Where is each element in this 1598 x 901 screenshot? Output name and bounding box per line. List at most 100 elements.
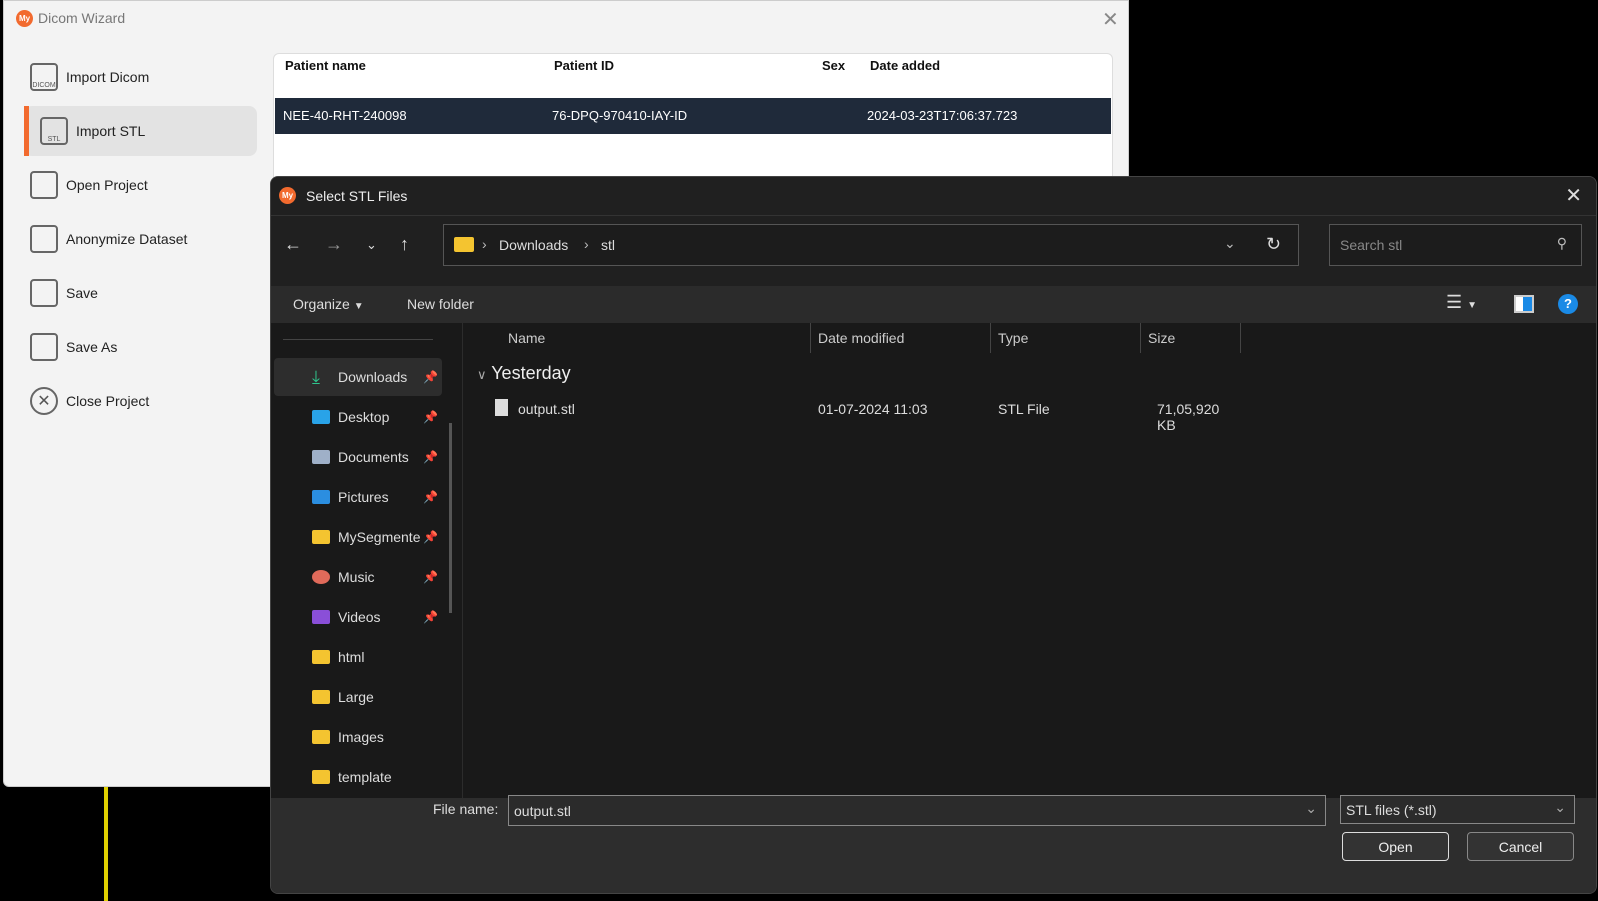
nav-label: html xyxy=(338,649,364,665)
col-date-added[interactable]: Date added xyxy=(870,58,940,73)
file-date: 01-07-2024 11:03 xyxy=(818,401,928,417)
recent-chevron-icon[interactable]: ⌄ xyxy=(366,237,377,253)
back-icon[interactable]: ← xyxy=(284,234,302,255)
open-button[interactable]: Open xyxy=(1342,832,1449,861)
nav-item-template[interactable]: template xyxy=(274,758,442,796)
address-bar[interactable]: › Downloads › stl ⌄ ↻ xyxy=(443,224,1299,266)
chevron-right-icon: › xyxy=(584,236,589,252)
cell-patient-id: 76-DPQ-970410-IAY-ID xyxy=(552,108,687,123)
file-type-select[interactable]: STL files (*.stl) ⌄ xyxy=(1340,795,1575,824)
col-size[interactable]: Size xyxy=(1148,330,1175,346)
col-date-modified[interactable]: Date modified xyxy=(818,330,904,346)
file-name-input[interactable]: output.stl ⌄ xyxy=(508,795,1326,826)
sidebar-item-label: Import STL xyxy=(76,123,145,139)
pin-icon: 📌 xyxy=(423,610,438,624)
search-placeholder: Search stl xyxy=(1340,237,1402,253)
save-icon xyxy=(30,279,58,307)
help-icon[interactable]: ? xyxy=(1558,294,1578,314)
nav-label: Downloads xyxy=(338,369,407,385)
nav-item-downloads[interactable]: ⤓ Downloads 📌 xyxy=(274,358,442,396)
col-sex[interactable]: Sex xyxy=(822,58,845,73)
sidebar-item-label: Save xyxy=(66,285,98,301)
view-list-icon[interactable]: ☰ ▼ xyxy=(1446,292,1477,313)
pin-icon: 📌 xyxy=(423,570,438,584)
table-row[interactable]: NEE-40-RHT-240098 76-DPQ-970410-IAY-ID 2… xyxy=(275,98,1111,134)
organize-button[interactable]: Organize ▼ xyxy=(293,296,364,312)
save-as-icon xyxy=(30,333,58,361)
nav-label: Images xyxy=(338,729,384,745)
refresh-icon[interactable]: ↻ xyxy=(1266,234,1281,255)
nav-item-html[interactable]: html xyxy=(274,638,442,676)
sidebar-item-close-project[interactable]: ✕Close Project xyxy=(24,376,257,426)
col-name[interactable]: Name xyxy=(508,330,545,346)
file-row[interactable]: output.stl 01-07-2024 11:03 STL File 71,… xyxy=(471,395,1241,423)
col-type[interactable]: Type xyxy=(998,330,1028,346)
music-icon xyxy=(312,570,330,584)
nav-label: template xyxy=(338,769,392,785)
sidebar-item-anonymize[interactable]: Anonymize Dataset xyxy=(24,214,257,264)
background-marker xyxy=(104,787,108,901)
col-patient-name[interactable]: Patient name xyxy=(285,58,366,73)
pin-icon: 📌 xyxy=(423,410,438,424)
divider xyxy=(810,323,811,353)
breadcrumb-stl[interactable]: stl xyxy=(601,237,615,253)
dialog-title: Select STL Files xyxy=(306,188,407,204)
sidebar-item-import-stl[interactable]: STLImport STL xyxy=(24,106,257,156)
divider xyxy=(1140,323,1141,353)
search-icon: ⚲ xyxy=(1557,235,1567,252)
file-type: STL File xyxy=(998,401,1050,417)
nav-label: Documents xyxy=(338,449,409,465)
close-icon[interactable]: ✕ xyxy=(1565,183,1582,208)
group-yesterday[interactable]: ∨ Yesterday xyxy=(477,363,571,384)
cell-patient-name: NEE-40-RHT-240098 xyxy=(283,108,407,123)
window-title: Dicom Wizard xyxy=(38,10,125,26)
dialog-titlebar xyxy=(271,177,1596,216)
sidebar-item-label: Save As xyxy=(66,339,117,355)
nav-item-desktop[interactable]: Desktop 📌 xyxy=(274,398,442,436)
file-name: output.stl xyxy=(518,401,575,417)
download-icon: ⤓ xyxy=(312,367,330,388)
nav-label: Music xyxy=(338,569,375,585)
nav-item-videos[interactable]: Videos📌 xyxy=(274,598,442,636)
preview-pane-icon[interactable] xyxy=(1514,295,1534,313)
app-logo: My xyxy=(16,10,33,27)
pin-icon: 📌 xyxy=(423,490,438,504)
pin-icon: 📌 xyxy=(423,450,438,464)
dicom-icon: DICOM xyxy=(30,63,58,91)
divider xyxy=(990,323,991,353)
pin-icon: 📌 xyxy=(423,370,438,384)
sidebar-item-save-as[interactable]: Save As xyxy=(24,322,257,372)
chevron-down-icon[interactable]: ⌄ xyxy=(1305,800,1317,817)
cancel-button[interactable]: Cancel xyxy=(1467,832,1574,861)
breadcrumb-downloads[interactable]: Downloads xyxy=(499,237,568,253)
search-input[interactable]: Search stl ⚲ xyxy=(1329,224,1582,266)
nav-item-mysegmente[interactable]: MySegmente📌 xyxy=(274,518,442,556)
chevron-down-icon[interactable]: ⌄ xyxy=(1224,235,1236,252)
nav-item-music[interactable]: Music 📌 xyxy=(274,558,442,596)
organize-label: Organize xyxy=(293,296,350,312)
sidebar-item-label: Close Project xyxy=(66,393,149,409)
cell-date-added: 2024-03-23T17:06:37.723 xyxy=(867,108,1017,123)
document-edit-icon xyxy=(30,225,58,253)
new-folder-button[interactable]: New folder xyxy=(407,296,474,312)
folder-icon xyxy=(30,171,58,199)
select-stl-dialog: My Select STL Files ✕ ← → ⌄ ↑ › Download… xyxy=(270,176,1597,894)
forward-icon[interactable]: → xyxy=(325,234,343,255)
chevron-right-icon: › xyxy=(482,236,487,252)
col-patient-id[interactable]: Patient ID xyxy=(554,58,614,73)
nav-item-large[interactable]: Large xyxy=(274,678,442,716)
sidebar-item-open-project[interactable]: Open Project xyxy=(24,160,257,210)
nav-label: Desktop xyxy=(338,409,389,425)
sidebar-item-save[interactable]: Save xyxy=(24,268,257,318)
nav-item-images[interactable]: Images xyxy=(274,718,442,756)
sidebar-item-import-dicom[interactable]: DICOM Import Dicom xyxy=(24,52,257,102)
nav-scrollbar[interactable] xyxy=(449,423,452,613)
chevron-down-icon: ∨ xyxy=(477,367,487,382)
nav-item-documents[interactable]: Documents 📌 xyxy=(274,438,442,476)
close-icon[interactable]: ✕ xyxy=(1102,7,1119,32)
sidebar-item-label: Import Dicom xyxy=(66,69,149,85)
folder-icon xyxy=(312,690,330,704)
folder-icon xyxy=(454,237,474,252)
nav-item-pictures[interactable]: Pictures📌 xyxy=(274,478,442,516)
up-icon[interactable]: ↑ xyxy=(400,234,409,255)
